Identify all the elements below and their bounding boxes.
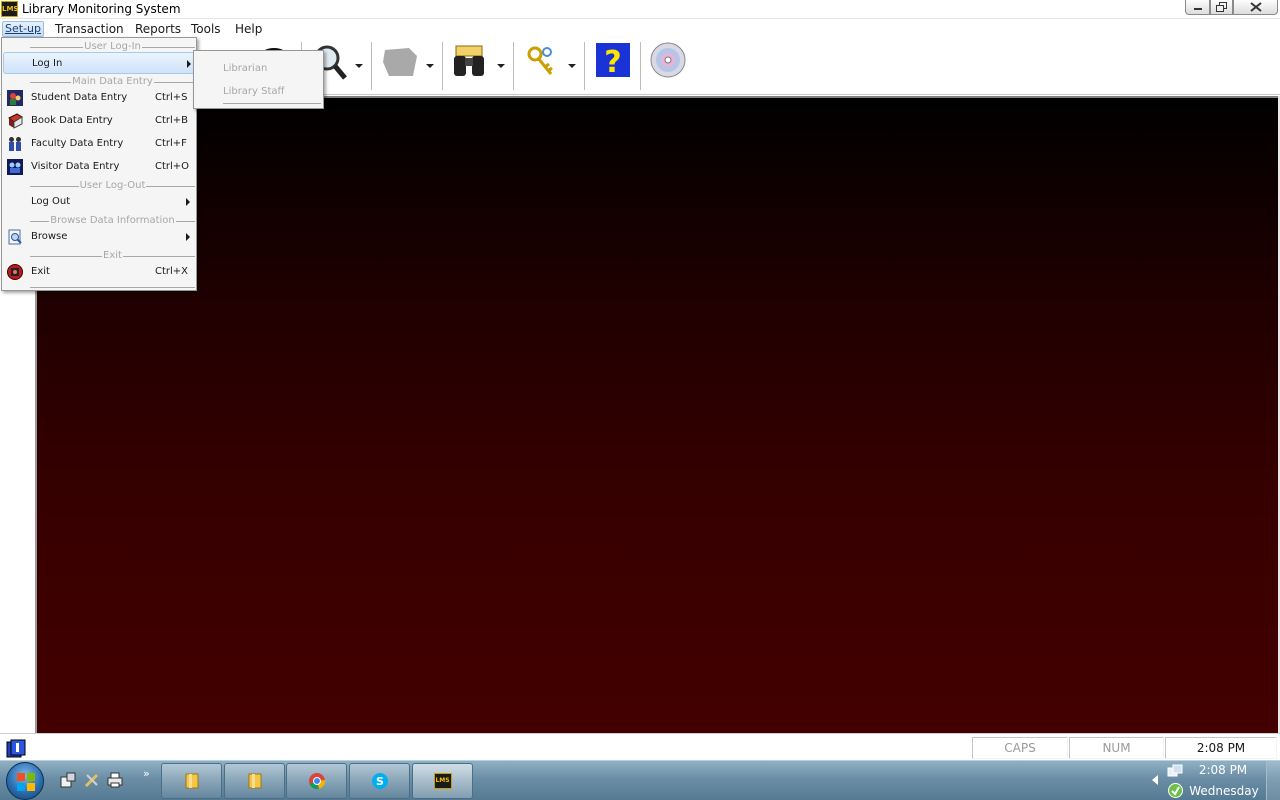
close-icon (1249, 2, 1262, 12)
menu-browse[interactable]: Browse (3, 226, 195, 248)
menu-faculty-data-entry[interactable]: Faculty Data Entry Ctrl+F (3, 133, 195, 155)
menu-help[interactable]: Help (233, 21, 264, 37)
menu-reports[interactable]: Reports (133, 21, 183, 37)
toolbar-find-button[interactable] (450, 42, 494, 90)
setup-dropdown-menu: User Log-In Log In Main Data Entry Stude… (1, 37, 197, 291)
menu-student-data-entry[interactable]: Student Data Entry Ctrl+S (3, 87, 195, 109)
quicklaunch-more-button[interactable]: » (143, 767, 150, 780)
keys-dropdown-arrow[interactable] (568, 64, 576, 68)
submenu-arrow-icon (187, 60, 191, 68)
toolbar-cd-button[interactable] (648, 42, 688, 90)
menu-book-data-entry[interactable]: Book Data Entry Ctrl+B (3, 110, 195, 132)
windows-logo-icon (17, 773, 35, 791)
status-caps: CAPS (972, 737, 1068, 759)
toolbar-disabled-button[interactable] (379, 42, 423, 90)
status-bar: CAPS NUM 2:08 PM (0, 733, 1280, 760)
toolbar-help-button[interactable]: ? (595, 42, 631, 90)
menu-exit[interactable]: Exit Ctrl+X (3, 261, 195, 283)
svg-text:S: S (376, 775, 384, 788)
skype-icon: S (371, 773, 388, 789)
taskbar: » S LMS 2:08 PM Wednesday (0, 760, 1280, 800)
folder-icon (248, 773, 261, 789)
faculty-label: Faculty Data Entry (31, 138, 124, 149)
book-label: Book Data Entry (31, 115, 113, 126)
menu-setup[interactable]: Set-up (2, 21, 44, 37)
menu-browse-label: Browse (31, 231, 68, 242)
binoculars-icon (454, 45, 484, 76)
menu-tools[interactable]: Tools (189, 21, 223, 37)
status-num: NUM (1069, 737, 1164, 759)
student-label: Student Data Entry (31, 92, 128, 103)
clock-time[interactable]: 2:08 PM (1193, 763, 1253, 777)
menu-log-out[interactable]: Log Out (3, 191, 195, 213)
visitor-icon (7, 159, 23, 175)
quicklaunch-tools-icon[interactable] (83, 771, 101, 789)
exit-label: Exit (31, 266, 50, 277)
submenu-librarian[interactable]: Librarian (223, 63, 267, 74)
menu-log-in[interactable]: Log In (3, 52, 195, 74)
window-title: Library Monitoring System (22, 2, 181, 16)
restore-button[interactable] (1210, 0, 1233, 15)
disabled-dropdown-arrow[interactable] (426, 64, 434, 68)
lms-icon: LMS (433, 773, 452, 789)
menu-log-out-label: Log Out (31, 196, 71, 207)
menu-log-in-label: Log In (32, 58, 63, 69)
title-bar: LMS Library Monitoring System (0, 0, 1280, 19)
network-tray-icon[interactable] (1167, 764, 1183, 778)
folder-icon (185, 773, 198, 789)
taskbar-folder-2[interactable] (224, 763, 285, 799)
menu-bar: Set-up Transaction Reports Tools Help (0, 19, 1280, 38)
menu-bottom-separator (30, 287, 195, 288)
submenu-separator (223, 103, 321, 104)
mdi-workspace (37, 96, 1278, 733)
menu-visitor-data-entry[interactable]: Visitor Data Entry Ctrl+O (3, 156, 195, 178)
taskbar-skype[interactable]: S (349, 763, 410, 799)
chrome-icon (308, 773, 325, 790)
browse-icon (8, 229, 22, 245)
close-button[interactable] (1233, 0, 1278, 15)
security-tray-icon[interactable] (1168, 783, 1183, 798)
find-dropdown-arrow[interactable] (497, 64, 505, 68)
book-status-icon (5, 739, 27, 758)
visitor-shortcut: Ctrl+O (155, 161, 190, 172)
book-shortcut: Ctrl+B (155, 115, 189, 126)
faculty-shortcut: Ctrl+F (155, 138, 187, 149)
exit-icon (7, 264, 23, 280)
keys-icon (527, 46, 553, 75)
minimize-button[interactable] (1185, 0, 1210, 15)
quicklaunch-printer-icon[interactable] (106, 771, 124, 789)
app-icon[interactable]: LMS (1, 1, 18, 17)
restore-icon (1216, 2, 1227, 12)
status-time: 2:08 PM (1165, 737, 1277, 759)
cd-icon (650, 42, 686, 78)
svg-text:?: ? (604, 45, 621, 80)
toolbar-keys-button[interactable] (521, 42, 565, 90)
submenu-arrow-icon (186, 198, 190, 206)
start-button[interactable] (6, 762, 44, 800)
search-dropdown-arrow[interactable] (355, 64, 363, 68)
visitor-label: Visitor Data Entry (31, 161, 120, 172)
faculty-icon (9, 137, 21, 151)
submenu-library-staff[interactable]: Library Staff (223, 86, 284, 97)
login-submenu: Librarian Library Staff (193, 50, 324, 109)
tray-expand-icon[interactable] (1152, 775, 1158, 785)
disabled-tool-icon (383, 48, 417, 76)
quicklaunch-network-icon[interactable] (59, 771, 77, 789)
taskbar-lms[interactable]: LMS (412, 763, 473, 799)
student-icon (7, 90, 23, 106)
menu-transaction[interactable]: Transaction (53, 21, 126, 37)
minimize-icon (1193, 8, 1202, 10)
submenu-arrow-icon (186, 233, 190, 241)
taskbar-folder-1[interactable] (161, 763, 222, 799)
exit-shortcut: Ctrl+X (155, 266, 189, 277)
book-icon (8, 113, 23, 129)
show-desktop-button[interactable] (1266, 761, 1280, 800)
taskbar-chrome[interactable] (286, 763, 347, 799)
student-shortcut: Ctrl+S (155, 92, 188, 103)
help-icon: ? (596, 43, 630, 80)
clock-day[interactable]: Wednesday (1188, 784, 1260, 798)
